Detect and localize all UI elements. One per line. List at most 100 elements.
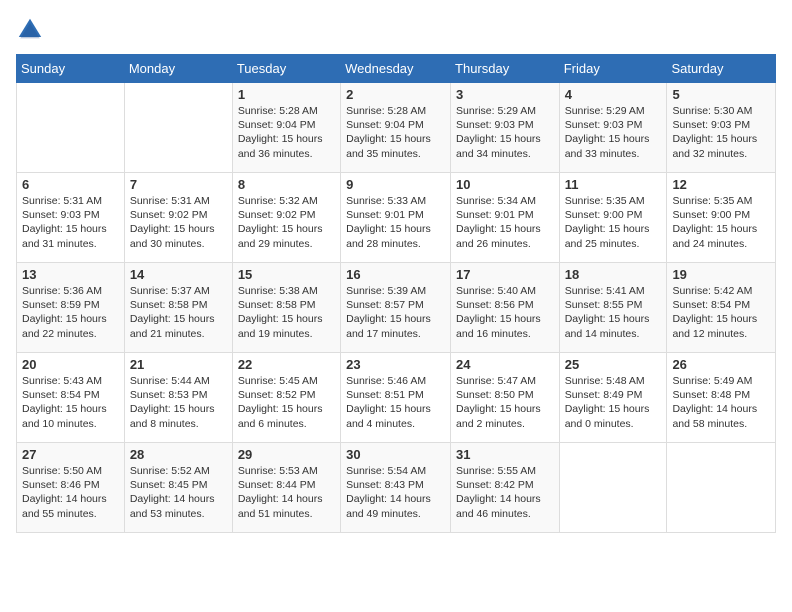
day-cell: 26 Sunrise: 5:49 AM Sunset: 8:48 PM Dayli… [667, 353, 776, 443]
day-number: 1 [238, 87, 335, 102]
day-info: Sunrise: 5:48 AM Sunset: 8:49 PM Dayligh… [565, 374, 662, 431]
weekday-header-friday: Friday [559, 55, 667, 83]
day-cell: 25 Sunrise: 5:48 AM Sunset: 8:49 PM Dayli… [559, 353, 667, 443]
day-info: Sunrise: 5:50 AM Sunset: 8:46 PM Dayligh… [22, 464, 119, 521]
day-info: Sunrise: 5:32 AM Sunset: 9:02 PM Dayligh… [238, 194, 335, 251]
day-cell: 20 Sunrise: 5:43 AM Sunset: 8:54 PM Dayli… [17, 353, 125, 443]
day-cell: 18 Sunrise: 5:41 AM Sunset: 8:55 PM Dayli… [559, 263, 667, 353]
day-cell: 2 Sunrise: 5:28 AM Sunset: 9:04 PM Daylig… [341, 83, 451, 173]
day-cell [17, 83, 125, 173]
day-number: 8 [238, 177, 335, 192]
day-cell: 11 Sunrise: 5:35 AM Sunset: 9:00 PM Dayli… [559, 173, 667, 263]
day-number: 22 [238, 357, 335, 372]
day-number: 10 [456, 177, 554, 192]
day-cell: 17 Sunrise: 5:40 AM Sunset: 8:56 PM Dayli… [451, 263, 560, 353]
day-number: 11 [565, 177, 662, 192]
weekday-header-sunday: Sunday [17, 55, 125, 83]
page-header [16, 16, 776, 44]
day-number: 24 [456, 357, 554, 372]
day-number: 3 [456, 87, 554, 102]
day-info: Sunrise: 5:43 AM Sunset: 8:54 PM Dayligh… [22, 374, 119, 431]
day-cell: 14 Sunrise: 5:37 AM Sunset: 8:58 PM Dayli… [124, 263, 232, 353]
day-cell: 9 Sunrise: 5:33 AM Sunset: 9:01 PM Daylig… [341, 173, 451, 263]
day-number: 23 [346, 357, 445, 372]
day-number: 26 [672, 357, 770, 372]
day-cell: 19Sunrise: 5:42 AM Sunset: 8:54 PM Dayli… [667, 263, 776, 353]
day-cell: 8 Sunrise: 5:32 AM Sunset: 9:02 PM Daylig… [232, 173, 340, 263]
day-number: 20 [22, 357, 119, 372]
day-info: Sunrise: 5:28 AM Sunset: 9:04 PM Dayligh… [238, 104, 335, 161]
day-number: 12 [672, 177, 770, 192]
day-info: Sunrise: 5:49 AM Sunset: 8:48 PM Dayligh… [672, 374, 770, 431]
day-info: Sunrise: 5:40 AM Sunset: 8:56 PM Dayligh… [456, 284, 554, 341]
day-cell: 15 Sunrise: 5:38 AM Sunset: 8:58 PM Dayli… [232, 263, 340, 353]
day-info: Sunrise: 5:33 AM Sunset: 9:01 PM Dayligh… [346, 194, 445, 251]
logo-icon [16, 16, 44, 44]
weekday-header-monday: Monday [124, 55, 232, 83]
day-info: Sunrise: 5:28 AM Sunset: 9:04 PM Dayligh… [346, 104, 445, 161]
day-number: 6 [22, 177, 119, 192]
day-number: 31 [456, 447, 554, 462]
day-cell: 6Sunrise: 5:31 AM Sunset: 9:03 PM Daylig… [17, 173, 125, 263]
day-cell [124, 83, 232, 173]
day-number: 29 [238, 447, 335, 462]
week-row-5: 27 Sunrise: 5:50 AM Sunset: 8:46 PM Dayli… [17, 443, 776, 533]
day-number: 4 [565, 87, 662, 102]
day-cell [559, 443, 667, 533]
day-cell: 13 Sunrise: 5:36 AM Sunset: 8:59 PM Dayli… [17, 263, 125, 353]
day-number: 18 [565, 267, 662, 282]
week-row-4: 20 Sunrise: 5:43 AM Sunset: 8:54 PM Dayli… [17, 353, 776, 443]
day-cell: 23Sunrise: 5:46 AM Sunset: 8:51 PM Dayli… [341, 353, 451, 443]
weekday-header-row: SundayMondayTuesdayWednesdayThursdayFrid… [17, 55, 776, 83]
day-info: Sunrise: 5:45 AM Sunset: 8:52 PM Dayligh… [238, 374, 335, 431]
day-info: Sunrise: 5:53 AM Sunset: 8:44 PM Dayligh… [238, 464, 335, 521]
day-cell: 12Sunrise: 5:35 AM Sunset: 9:00 PM Dayli… [667, 173, 776, 263]
day-info: Sunrise: 5:44 AM Sunset: 8:53 PM Dayligh… [130, 374, 227, 431]
day-info: Sunrise: 5:41 AM Sunset: 8:55 PM Dayligh… [565, 284, 662, 341]
day-info: Sunrise: 5:55 AM Sunset: 8:42 PM Dayligh… [456, 464, 554, 521]
day-cell: 10 Sunrise: 5:34 AM Sunset: 9:01 PM Dayli… [451, 173, 560, 263]
day-info: Sunrise: 5:38 AM Sunset: 8:58 PM Dayligh… [238, 284, 335, 341]
weekday-header-tuesday: Tuesday [232, 55, 340, 83]
logo [16, 16, 48, 44]
day-number: 9 [346, 177, 445, 192]
day-cell: 28Sunrise: 5:52 AM Sunset: 8:45 PM Dayli… [124, 443, 232, 533]
week-row-3: 13 Sunrise: 5:36 AM Sunset: 8:59 PM Dayli… [17, 263, 776, 353]
day-number: 27 [22, 447, 119, 462]
day-cell: 1 Sunrise: 5:28 AM Sunset: 9:04 PM Daylig… [232, 83, 340, 173]
day-number: 14 [130, 267, 227, 282]
week-row-2: 6Sunrise: 5:31 AM Sunset: 9:03 PM Daylig… [17, 173, 776, 263]
day-number: 16 [346, 267, 445, 282]
day-info: Sunrise: 5:29 AM Sunset: 9:03 PM Dayligh… [456, 104, 554, 161]
day-cell: 22 Sunrise: 5:45 AM Sunset: 8:52 PM Dayli… [232, 353, 340, 443]
day-cell: 29 Sunrise: 5:53 AM Sunset: 8:44 PM Dayli… [232, 443, 340, 533]
day-info: Sunrise: 5:39 AM Sunset: 8:57 PM Dayligh… [346, 284, 445, 341]
weekday-header-thursday: Thursday [451, 55, 560, 83]
day-number: 15 [238, 267, 335, 282]
day-info: Sunrise: 5:37 AM Sunset: 8:58 PM Dayligh… [130, 284, 227, 341]
day-cell: 21Sunrise: 5:44 AM Sunset: 8:53 PM Dayli… [124, 353, 232, 443]
day-cell: 27 Sunrise: 5:50 AM Sunset: 8:46 PM Dayli… [17, 443, 125, 533]
day-cell: 5Sunrise: 5:30 AM Sunset: 9:03 PM Daylig… [667, 83, 776, 173]
day-number: 13 [22, 267, 119, 282]
calendar-table: SundayMondayTuesdayWednesdayThursdayFrid… [16, 54, 776, 533]
day-number: 5 [672, 87, 770, 102]
day-info: Sunrise: 5:42 AM Sunset: 8:54 PM Dayligh… [672, 284, 770, 341]
day-number: 25 [565, 357, 662, 372]
weekday-header-wednesday: Wednesday [341, 55, 451, 83]
day-cell: 30 Sunrise: 5:54 AM Sunset: 8:43 PM Dayli… [341, 443, 451, 533]
day-cell: 7Sunrise: 5:31 AM Sunset: 9:02 PM Daylig… [124, 173, 232, 263]
day-cell [667, 443, 776, 533]
day-info: Sunrise: 5:54 AM Sunset: 8:43 PM Dayligh… [346, 464, 445, 521]
day-number: 30 [346, 447, 445, 462]
day-cell: 3 Sunrise: 5:29 AM Sunset: 9:03 PM Daylig… [451, 83, 560, 173]
day-info: Sunrise: 5:31 AM Sunset: 9:02 PM Dayligh… [130, 194, 227, 251]
day-info: Sunrise: 5:35 AM Sunset: 9:00 PM Dayligh… [565, 194, 662, 251]
day-cell: 16 Sunrise: 5:39 AM Sunset: 8:57 PM Dayli… [341, 263, 451, 353]
day-number: 2 [346, 87, 445, 102]
day-info: Sunrise: 5:29 AM Sunset: 9:03 PM Dayligh… [565, 104, 662, 161]
week-row-1: 1 Sunrise: 5:28 AM Sunset: 9:04 PM Daylig… [17, 83, 776, 173]
day-number: 17 [456, 267, 554, 282]
day-info: Sunrise: 5:34 AM Sunset: 9:01 PM Dayligh… [456, 194, 554, 251]
day-info: Sunrise: 5:36 AM Sunset: 8:59 PM Dayligh… [22, 284, 119, 341]
